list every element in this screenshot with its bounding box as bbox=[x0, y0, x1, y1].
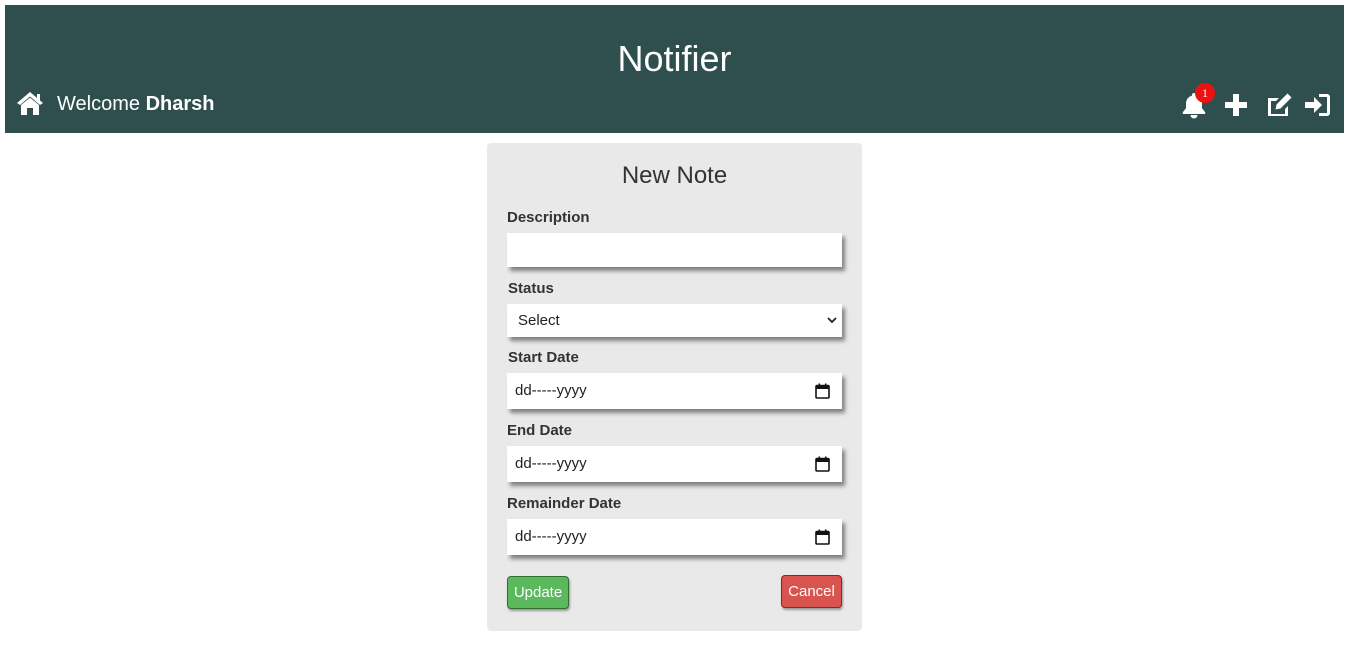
start-date-input[interactable]: dd-----yyyy bbox=[507, 373, 842, 409]
chevron-down-icon bbox=[827, 317, 837, 324]
remainder-date-label: Remainder Date bbox=[507, 495, 622, 512]
home-icon[interactable] bbox=[15, 89, 45, 117]
calendar-icon[interactable] bbox=[815, 383, 830, 399]
new-note-form: New Note Description Status Select Start… bbox=[487, 143, 862, 631]
remainder-date-placeholder: dd-----yyyy bbox=[515, 528, 587, 545]
remainder-date-input[interactable]: dd-----yyyy bbox=[507, 519, 842, 555]
status-selected-value: Select bbox=[518, 312, 560, 329]
description-label: Description bbox=[507, 209, 590, 226]
calendar-icon[interactable] bbox=[815, 456, 830, 472]
app-title: Notifier bbox=[617, 38, 732, 79]
edit-icon[interactable] bbox=[1264, 91, 1294, 119]
sign-in-icon[interactable] bbox=[1303, 91, 1333, 119]
status-label: Status bbox=[508, 280, 554, 297]
calendar-icon[interactable] bbox=[815, 529, 830, 545]
plus-icon[interactable] bbox=[1223, 91, 1249, 119]
start-date-placeholder: dd-----yyyy bbox=[515, 382, 587, 399]
update-button[interactable]: Update bbox=[507, 576, 569, 609]
form-title: New Note bbox=[621, 162, 728, 189]
end-date-placeholder: dd-----yyyy bbox=[515, 455, 587, 472]
welcome-message: Welcome Dharsh bbox=[57, 93, 214, 115]
end-date-label: End Date bbox=[507, 422, 573, 439]
app-header: Notifier Welcome Dharsh 1 bbox=[5, 5, 1344, 133]
cancel-button[interactable]: Cancel bbox=[781, 575, 842, 608]
start-date-label: Start Date bbox=[508, 349, 579, 366]
notification-badge: 1 bbox=[1195, 83, 1215, 103]
description-input[interactable] bbox=[507, 233, 842, 267]
welcome-prefix: Welcome bbox=[57, 93, 140, 115]
status-select[interactable]: Select bbox=[507, 304, 842, 337]
end-date-input[interactable]: dd-----yyyy bbox=[507, 446, 842, 482]
username: Dharsh bbox=[145, 93, 215, 115]
